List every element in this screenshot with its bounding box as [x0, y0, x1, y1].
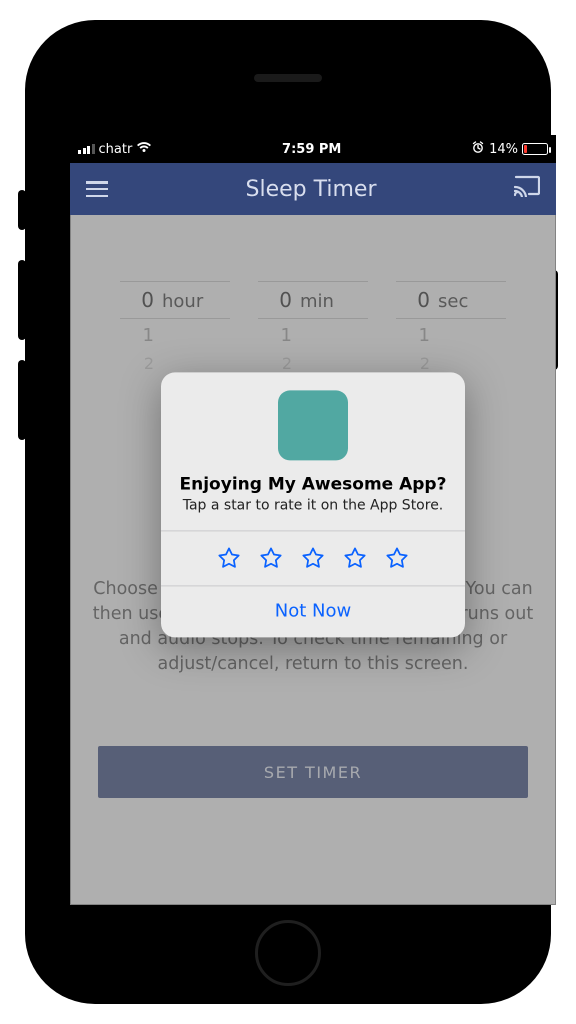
not-now-button[interactable]: Not Now: [161, 586, 465, 637]
star-4[interactable]: [342, 545, 368, 571]
battery-pct: 14%: [489, 142, 518, 157]
phone-speaker: [254, 74, 322, 82]
signal-icon: [78, 144, 95, 154]
rating-subtitle: Tap a star to rate it on the App Store.: [179, 496, 447, 514]
carrier-label: chatr: [99, 142, 133, 157]
rating-stars: [161, 531, 465, 585]
app-icon: [278, 390, 348, 460]
home-button[interactable]: [255, 920, 321, 986]
star-2[interactable]: [258, 545, 284, 571]
rating-dialog: Enjoying My Awesome App? Tap a star to r…: [161, 372, 465, 637]
rating-title: Enjoying My Awesome App?: [179, 474, 447, 494]
nav-bar: Sleep Timer: [70, 163, 556, 215]
wifi-icon: [136, 141, 152, 157]
cast-button[interactable]: [514, 175, 540, 203]
page-title: Sleep Timer: [246, 177, 377, 202]
alarm-icon: [471, 140, 485, 158]
clock-time: 7:59 PM: [282, 142, 341, 157]
star-1[interactable]: [216, 545, 242, 571]
status-bar: chatr 7:59 PM 14%: [70, 135, 556, 163]
battery-icon: [522, 143, 548, 155]
star-5[interactable]: [384, 545, 410, 571]
menu-button[interactable]: [86, 181, 108, 197]
screen: chatr 7:59 PM 14% Sleep Timer: [70, 135, 556, 905]
star-3[interactable]: [300, 545, 326, 571]
phone-frame: chatr 7:59 PM 14% Sleep Timer: [25, 20, 551, 1004]
